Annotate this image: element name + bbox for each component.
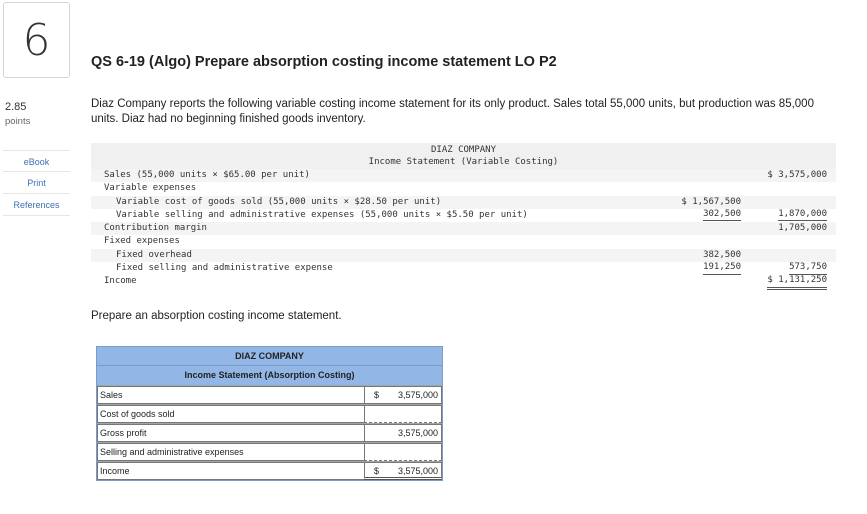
answer-value-field[interactable]: 3,575,000: [364, 424, 442, 442]
answer-value-field[interactable]: $ 3,575,000: [364, 462, 442, 480]
question-number: 6: [3, 2, 70, 78]
given-row-label: Variable selling and administrative expe…: [116, 209, 528, 220]
given-row-amount: 302,500: [703, 209, 741, 222]
question-prompt: Diaz Company reports the following varia…: [91, 98, 814, 125]
side-links: eBook Print References: [3, 150, 70, 216]
answer-statement-subtitle: Income Statement (Absorption Costing): [97, 366, 442, 385]
dollar-sign: $: [374, 390, 380, 400]
given-statement-subtitle: Income Statement (Variable Costing): [368, 157, 559, 167]
answer-value-input[interactable]: [364, 405, 442, 423]
given-row-amount: 382,500: [703, 249, 741, 260]
given-row: Variable cost of goods sold (55,000 unit…: [91, 195, 836, 209]
given-row-label: Income: [104, 276, 137, 287]
given-row-amount: 191,250: [703, 262, 741, 275]
print-link[interactable]: Print: [3, 172, 70, 194]
answer-value-input[interactable]: [364, 443, 442, 461]
given-row: Sales (55,000 units × $65.00 per unit) $…: [91, 169, 836, 183]
answer-company-name: DIAZ COMPANY: [97, 347, 442, 366]
given-row-amount: $ 1,567,500: [681, 196, 741, 207]
answer-row: Selling and administrative expenses: [97, 442, 442, 461]
given-row-label: Sales (55,000 units × $65.00 per unit): [104, 170, 310, 180]
answer-label-input[interactable]: Sales: [97, 386, 364, 404]
absorption-costing-answer-table: DIAZ COMPANY Income Statement (Absorptio…: [96, 346, 443, 481]
given-row-total: 1,705,000: [778, 223, 827, 234]
answer-value-field[interactable]: $ 3,575,000: [364, 386, 442, 404]
answer-row: Gross profit 3,575,000: [97, 423, 442, 442]
given-row-label: Variable cost of goods sold (55,000 unit…: [116, 196, 442, 207]
given-row: Fixed expenses: [91, 235, 836, 248]
given-row-total: $ 3,575,000: [767, 170, 827, 180]
question-title: QS 6-19 (Algo) Prepare absorption costin…: [91, 54, 557, 70]
answer-row: Income $ 3,575,000: [97, 461, 442, 480]
answer-label-input[interactable]: Cost of goods sold: [97, 405, 364, 423]
points-label: points: [5, 116, 31, 127]
given-row: Contribution margin 1,705,000: [91, 222, 836, 236]
answer-label-input[interactable]: Gross profit: [97, 424, 364, 442]
given-row: Income $ 1,131,250: [91, 275, 836, 290]
dollar-sign: $: [374, 466, 380, 476]
given-statement-rows: Sales (55,000 units × $65.00 per unit) $…: [91, 169, 836, 290]
instruction-text: Prepare an absorption costing income sta…: [91, 310, 342, 322]
given-row-label: Contribution margin: [104, 223, 207, 234]
given-row: Fixed overhead 382,500: [91, 248, 836, 263]
answer-value: 3,575,000: [397, 390, 438, 400]
answer-row: Cost of goods sold: [97, 404, 442, 423]
given-statement-header: DIAZ COMPANY Income Statement (Variable …: [91, 143, 836, 169]
given-row-label: Fixed expenses: [104, 236, 180, 247]
variable-costing-statement: DIAZ COMPANY Income Statement (Variable …: [91, 143, 836, 290]
given-row-total: 1,870,000: [778, 209, 827, 222]
answer-row: Sales $ 3,575,000: [97, 385, 442, 404]
points-value: 2.85: [5, 101, 27, 113]
given-row: Variable expenses: [91, 182, 836, 195]
given-row: Fixed selling and administrative expense…: [91, 262, 836, 275]
given-row-label: Fixed overhead: [116, 249, 192, 260]
given-row-label: Variable expenses: [104, 183, 197, 194]
answer-label-input[interactable]: Income: [97, 462, 364, 480]
answer-value: 3,575,000: [397, 428, 438, 438]
references-link[interactable]: References: [3, 194, 70, 216]
given-row-total: 573,750: [789, 262, 827, 275]
given-row-total: $ 1,131,250: [767, 275, 827, 290]
ebook-link[interactable]: eBook: [3, 150, 70, 172]
answer-label-input[interactable]: Selling and administrative expenses: [97, 443, 364, 461]
given-row-label: Fixed selling and administrative expense: [116, 263, 333, 274]
answer-value: 3,575,000: [397, 466, 438, 476]
given-company-name: DIAZ COMPANY: [430, 145, 497, 155]
given-row: Variable selling and administrative expe…: [91, 209, 836, 222]
